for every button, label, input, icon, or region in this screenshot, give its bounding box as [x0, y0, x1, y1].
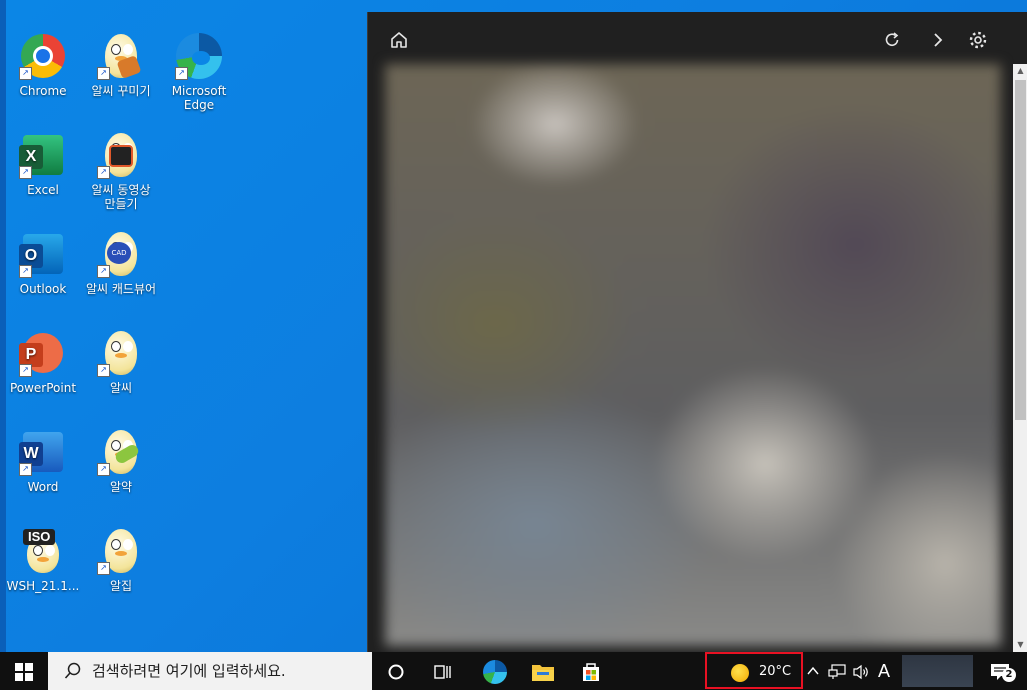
desktop-icon-alyac[interactable]: ↗ 알약	[83, 426, 159, 494]
desktop-icon-edge[interactable]: ↗ Microsoft Edge	[161, 30, 237, 112]
desktop-icon-alsee[interactable]: ↗ 알씨	[83, 327, 159, 395]
search-placeholder: 검색하려면 여기에 입력하세요.	[92, 662, 286, 680]
shortcut-arrow-icon: ↗	[19, 67, 32, 80]
sun-icon	[731, 664, 749, 682]
search-icon	[64, 662, 81, 679]
iso-icon: ISO	[23, 529, 56, 545]
store-icon	[583, 662, 599, 681]
desktop-icon-label: 알씨	[109, 381, 133, 395]
taskbar-microsoft-store[interactable]	[568, 652, 614, 690]
shortcut-arrow-icon: ↗	[97, 166, 110, 179]
task-view-button[interactable]	[420, 652, 466, 690]
scroll-down-icon[interactable]: ▼	[1013, 638, 1027, 652]
task-view-icon	[434, 664, 451, 679]
desktop-icon-alsee-video[interactable]: ↗ 알씨 동영상 만들기	[83, 129, 159, 211]
desktop-icon-wsh-iso[interactable]: ISO WSH_21.1...	[5, 525, 81, 593]
taskbar-search-box[interactable]: 검색하려면 여기에 입력하세요.	[48, 652, 372, 690]
desktop-icon-alsee-decorate[interactable]: ↗ 알씨 꾸미기	[83, 30, 159, 98]
desktop-icon-label: 알씨 캐드뷰어	[85, 282, 157, 296]
desktop-icon-label: 알씨 동영상 만들기	[91, 183, 151, 211]
desktop-icon-label: Excel	[27, 183, 59, 197]
weather-widget-button[interactable]: 20°C	[705, 652, 803, 689]
network-icon	[828, 663, 846, 679]
shortcut-arrow-icon: ↗	[19, 463, 32, 476]
desktop-icon-label: Microsoft Edge	[171, 84, 227, 112]
taskbar-file-explorer[interactable]	[520, 652, 566, 690]
chevron-right-icon[interactable]	[926, 30, 950, 54]
desktop-icon-powerpoint[interactable]: P ↗ PowerPoint	[5, 327, 81, 395]
clock-area[interactable]	[902, 655, 973, 687]
shortcut-arrow-icon: ↗	[97, 67, 110, 80]
desktop-icon-label: 알집	[109, 579, 133, 593]
taskbar: 검색하려면 여기에 입력하세요. 20°C A 2	[0, 652, 1027, 690]
desktop-icon-outlook[interactable]: O ↗ Outlook	[5, 228, 81, 296]
notification-center-button[interactable]: 2	[980, 652, 1020, 690]
shortcut-arrow-icon: ↗	[19, 265, 32, 278]
desktop-icon-label: 알약	[109, 480, 133, 494]
speaker-icon	[853, 664, 868, 679]
desktop-icon-label: Word	[27, 480, 59, 494]
refresh-icon[interactable]	[880, 30, 904, 54]
home-icon[interactable]	[387, 30, 411, 54]
desktop-icon-label: 알씨 꾸미기	[91, 84, 151, 98]
shortcut-arrow-icon: ↗	[97, 364, 110, 377]
desktop-icon-label: Outlook	[19, 282, 67, 296]
edge-icon	[483, 659, 507, 684]
desktop-icon-label: PowerPoint	[9, 381, 77, 395]
desktop-icon-label: WSH_21.1...	[6, 579, 80, 593]
notification-count-badge: 2	[1002, 668, 1016, 682]
desktop-icon-chrome[interactable]: ↗ Chrome	[5, 30, 81, 98]
shortcut-arrow-icon: ↗	[175, 67, 188, 80]
scroll-up-icon[interactable]: ▲	[1013, 64, 1027, 78]
weather-temperature: 20°C	[759, 664, 792, 679]
cortana-button[interactable]	[374, 652, 418, 690]
shortcut-arrow-icon: ↗	[97, 562, 110, 575]
shortcut-arrow-icon: ↗	[97, 265, 110, 278]
shortcut-arrow-icon: ↗	[19, 166, 32, 179]
volume-button[interactable]	[849, 652, 873, 690]
desktop-icon-word[interactable]: W ↗ Word	[5, 426, 81, 494]
folder-icon	[532, 664, 554, 681]
taskbar-edge[interactable]	[472, 652, 518, 690]
shortcut-arrow-icon: ↗	[97, 463, 110, 476]
windows-icon	[15, 662, 33, 681]
desktop-icon-alzip[interactable]: ↗ 알집	[83, 525, 159, 593]
chevron-up-icon	[807, 666, 819, 675]
gear-icon[interactable]	[966, 30, 990, 54]
network-button[interactable]	[826, 652, 848, 690]
feed-content-image[interactable]	[385, 64, 1001, 646]
desktop-icon-alsee-cad[interactable]: CAD ↗ 알씨 캐드뷰어	[83, 228, 159, 296]
desktop-icon-excel[interactable]: X ↗ Excel	[5, 129, 81, 197]
input-indicator[interactable]: A	[873, 652, 895, 690]
widgets-panel: ▲ ▼	[367, 12, 1027, 652]
shortcut-arrow-icon: ↗	[19, 364, 32, 377]
start-button[interactable]	[0, 652, 48, 690]
scrollbar[interactable]: ▲ ▼	[1013, 64, 1027, 652]
desktop-icon-label: Chrome	[19, 84, 67, 98]
show-hidden-icons-button[interactable]	[804, 652, 822, 690]
cortana-icon	[388, 664, 404, 679]
scrollbar-thumb[interactable]	[1015, 80, 1026, 420]
